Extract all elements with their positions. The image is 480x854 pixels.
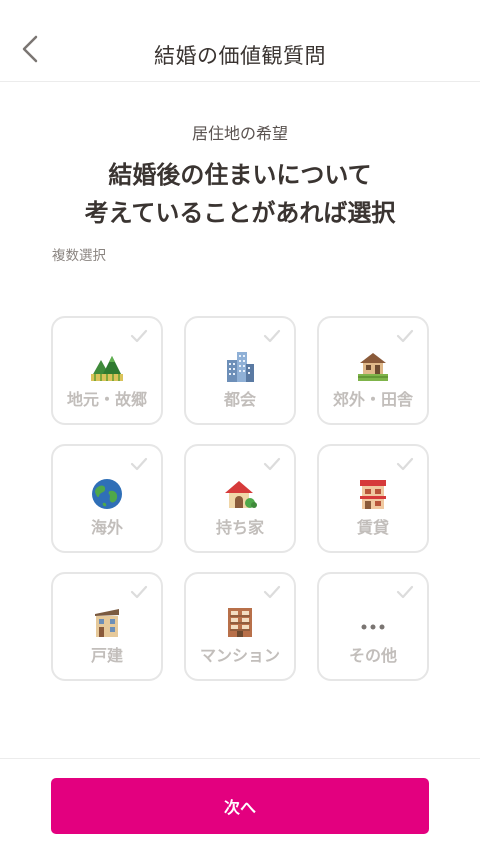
option-label: 郊外・田舎 <box>332 390 413 409</box>
option-detached-house[interactable]: 戸建 <box>51 572 163 681</box>
ellipsis-icon <box>361 624 385 630</box>
option-countryside[interactable]: 郊外・田舎 <box>317 316 429 425</box>
detached-house-icon <box>95 609 119 637</box>
option-label: 海外 <box>90 518 123 537</box>
option-label: 地元・故郷 <box>66 390 147 409</box>
checkmark-icon <box>263 585 281 599</box>
checkmark-icon <box>130 457 148 471</box>
option-label: 持ち家 <box>215 518 264 537</box>
option-label: マンション <box>199 646 280 665</box>
option-label: 都会 <box>223 390 256 409</box>
question-text: 結婚後の住まいについて 考えていることがあれば選択 <box>0 156 480 232</box>
option-city[interactable]: 都会 <box>184 316 296 425</box>
checkmark-icon <box>130 585 148 599</box>
question-line-2: 考えていることがあれば選択 <box>84 199 396 227</box>
city-buildings-icon <box>227 352 254 382</box>
globe-icon <box>92 479 122 509</box>
checkmark-icon <box>263 329 281 343</box>
header-bar: 結婚の価値観質問 <box>0 0 480 82</box>
checkmark-icon <box>130 329 148 343</box>
mountains-icon <box>91 356 123 381</box>
option-condominium[interactable]: マンション <box>184 572 296 681</box>
option-overseas[interactable]: 海外 <box>51 444 163 553</box>
next-button[interactable]: 次へ <box>51 778 429 834</box>
condominium-icon <box>228 608 252 637</box>
option-rental[interactable]: 賃貸 <box>317 444 429 553</box>
option-label: 賃貸 <box>356 518 389 537</box>
country-house-icon <box>358 353 388 381</box>
house-garden-icon <box>225 481 257 508</box>
page-title: 結婚の価値観質問 <box>154 44 326 68</box>
checkmark-icon <box>396 585 414 599</box>
options-grid: 地元・故郷 都会 郊外・田舎 海外 持ち家 賃貸 戸建 マンション その他 <box>51 316 429 681</box>
option-hometown[interactable]: 地元・故郷 <box>51 316 163 425</box>
checkmark-icon <box>396 329 414 343</box>
option-label: その他 <box>348 646 397 665</box>
option-label: 戸建 <box>90 646 123 665</box>
option-other[interactable]: その他 <box>317 572 429 681</box>
checkmark-icon <box>263 457 281 471</box>
question-category: 居住地の希望 <box>191 124 288 143</box>
option-owned-home[interactable]: 持ち家 <box>184 444 296 553</box>
apartment-shop-icon <box>360 480 386 509</box>
question-line-1: 結婚後の住まいについて <box>108 161 372 189</box>
footer-bar: 次へ <box>0 758 480 854</box>
checkmark-icon <box>396 457 414 471</box>
multi-select-hint: 複数選択 <box>52 248 106 264</box>
